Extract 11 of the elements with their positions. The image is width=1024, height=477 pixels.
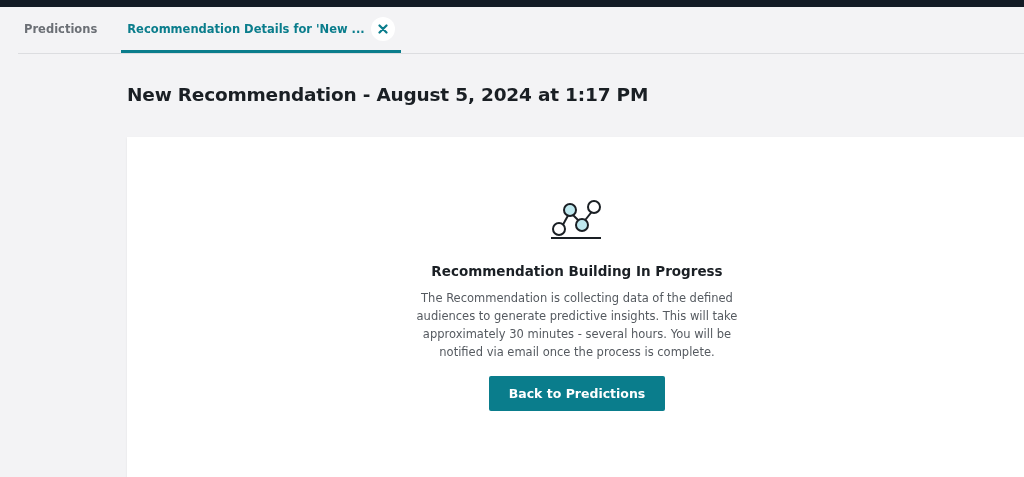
- close-icon: [377, 23, 388, 34]
- back-button[interactable]: Back to Predictions: [488, 376, 666, 411]
- tab[interactable]: Recommendation Details for 'New ...: [121, 7, 401, 53]
- status-message: The Recommendation is collecting data of the defined audiences to generate predictive insights. This will take approximately 30 minutes - several hours. You will be notified via email once the process is complete.: [415, 290, 739, 361]
- network-chart-icon: [550, 197, 604, 239]
- tab-label: Predictions: [24, 21, 98, 36]
- tab[interactable]: Predictions: [18, 7, 104, 53]
- close-button[interactable]: [370, 16, 395, 41]
- page-title: New Recommendation - August 5, 2024 at 1:17 PM: [127, 84, 650, 105]
- status-heading: Recommendation Building In Progress: [431, 263, 723, 279]
- tab-label: Recommendation Details for 'New ...: [127, 21, 365, 36]
